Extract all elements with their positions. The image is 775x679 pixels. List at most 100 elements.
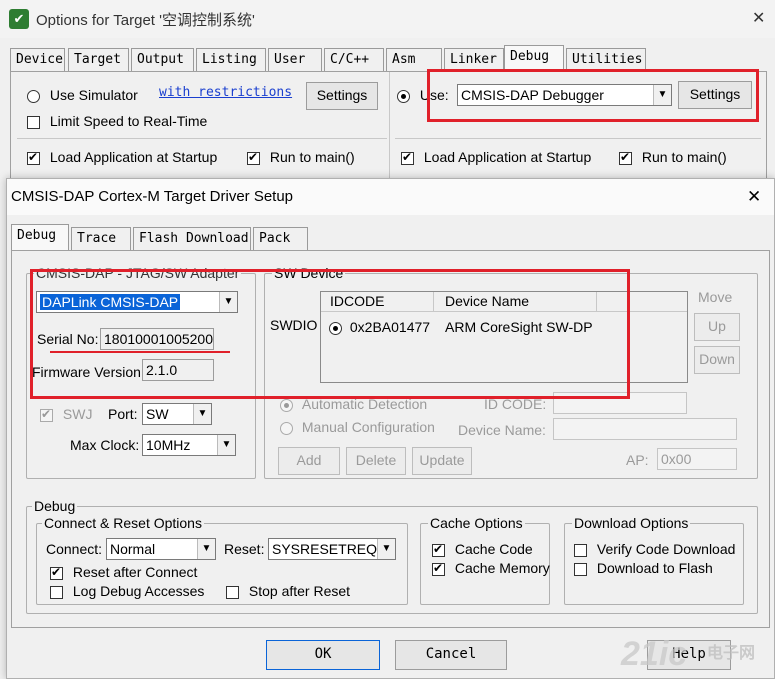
cache-memory-option[interactable]: Cache Memory	[432, 560, 550, 576]
tab-user[interactable]: User	[268, 48, 322, 71]
move-up-button[interactable]: Up	[694, 313, 740, 341]
connect-select-value: Normal	[110, 541, 156, 557]
highlight-box-adapter	[30, 269, 630, 399]
max-clock-label: Max Clock:	[70, 437, 140, 453]
ok-button[interactable]: OK	[266, 640, 380, 670]
reset-select-value: SYSRESETREQ	[272, 541, 378, 557]
move-label: Move	[698, 289, 733, 305]
close-icon[interactable]: ✕	[752, 8, 765, 28]
tab-debug[interactable]: Debug	[11, 224, 69, 251]
connect-label: Connect:	[46, 541, 103, 557]
left-load-app-option[interactable]: Load Application at Startup	[27, 149, 217, 165]
tab-output[interactable]: Output	[131, 48, 194, 71]
port-select[interactable]: SW ▼	[142, 403, 212, 425]
left-load-app-checkbox[interactable]	[27, 150, 40, 165]
automatic-detection-radio[interactable]	[280, 398, 293, 412]
right-run-to-main-option[interactable]: Run to main()	[619, 149, 727, 165]
manual-configuration-option[interactable]: Manual Configuration	[280, 419, 435, 435]
port-label: Port:	[108, 406, 138, 422]
outer-window-title: Options for Target '空调控制系统'	[36, 12, 255, 29]
with-restrictions-link[interactable]: with restrictions	[159, 85, 292, 100]
download-to-flash-option[interactable]: Download to Flash	[574, 560, 713, 576]
download-options-group-label: Download Options	[572, 515, 691, 531]
log-debug-accesses-label: Log Debug Accesses	[72, 583, 205, 599]
verify-code-download-option[interactable]: Verify Code Download	[574, 541, 735, 557]
download-to-flash-label: Download to Flash	[596, 560, 713, 576]
cache-code-checkbox[interactable]	[432, 542, 445, 557]
log-debug-accesses-checkbox[interactable]	[50, 585, 63, 599]
chevron-down-icon: ▼	[377, 539, 395, 559]
cancel-button[interactable]: Cancel	[395, 640, 507, 670]
uvision-icon: ✔	[9, 9, 29, 29]
tab-target[interactable]: Target	[68, 48, 129, 71]
ap-label: AP:	[626, 452, 649, 468]
reset-after-connect-checkbox[interactable]	[50, 565, 63, 580]
inner-window-title: CMSIS-DAP Cortex-M Target Driver Setup	[11, 188, 294, 205]
chevron-down-icon: ▼	[217, 435, 235, 455]
reset-after-connect-option[interactable]: Reset after Connect	[50, 564, 197, 580]
device-name-field[interactable]	[553, 418, 737, 440]
limit-speed-label: Limit Speed to Real-Time	[49, 113, 208, 129]
tab-utilities[interactable]: Utilities	[566, 48, 646, 71]
simulator-settings-button[interactable]: Settings	[306, 82, 378, 110]
tab-flash-download[interactable]: Flash Download	[133, 227, 251, 250]
inner-debug-panel: CMSIS-DAP - JTAG/SW Adapter DAPLink CMSI…	[11, 250, 770, 628]
tab-device[interactable]: Device	[10, 48, 65, 71]
swj-label: SWJ	[62, 406, 93, 422]
use-simulator-option[interactable]: Use Simulator	[27, 87, 138, 103]
tab-asm[interactable]: Asm	[386, 48, 442, 71]
max-clock-select[interactable]: 10MHz ▼	[142, 434, 236, 456]
delete-button[interactable]: Delete	[346, 447, 406, 475]
cache-options-group-label: Cache Options	[428, 515, 525, 531]
highlight-box-debugger	[427, 69, 759, 122]
left-run-to-main-checkbox[interactable]	[247, 150, 260, 165]
download-to-flash-checkbox[interactable]	[574, 562, 587, 576]
tab-linker[interactable]: Linker	[444, 48, 504, 71]
right-load-app-option[interactable]: Load Application at Startup	[401, 149, 591, 165]
reset-select[interactable]: SYSRESETREQ ▼	[268, 538, 396, 560]
cache-code-option[interactable]: Cache Code	[432, 541, 533, 557]
right-run-to-main-checkbox[interactable]	[619, 150, 632, 165]
update-button[interactable]: Update	[412, 447, 472, 475]
use-simulator-radio[interactable]	[27, 89, 40, 103]
tab-c-cpp[interactable]: C/C++	[324, 48, 384, 71]
chevron-down-icon: ▼	[197, 539, 215, 559]
stop-after-reset-label: Stop after Reset	[248, 583, 351, 599]
watermark-logo: 21ic	[621, 635, 688, 673]
stop-after-reset-checkbox[interactable]	[226, 585, 239, 599]
left-load-app-label: Load Application at Startup	[49, 149, 218, 165]
use-debugger-radio[interactable]	[397, 89, 410, 103]
right-load-app-checkbox[interactable]	[401, 150, 414, 165]
connect-select[interactable]: Normal ▼	[106, 538, 216, 560]
use-simulator-label: Use Simulator	[49, 87, 138, 103]
left-divider	[17, 138, 387, 139]
manual-configuration-label: Manual Configuration	[301, 419, 435, 435]
cache-memory-checkbox[interactable]	[432, 561, 445, 576]
port-select-value: SW	[146, 406, 169, 422]
outer-title-bar: ✔ Options for Target '空调控制系统' ✕	[0, 0, 775, 38]
swj-option[interactable]: SWJ	[40, 406, 92, 422]
left-run-to-main-option[interactable]: Run to main()	[247, 149, 355, 165]
limit-speed-checkbox[interactable]	[27, 115, 40, 129]
move-down-button[interactable]: Down	[694, 346, 740, 374]
device-name-label: Device Name:	[458, 422, 546, 438]
ap-field[interactable]: 0x00	[657, 448, 737, 470]
limit-speed-option[interactable]: Limit Speed to Real-Time	[27, 113, 207, 129]
cmsis-dap-setup-dialog: CMSIS-DAP Cortex-M Target Driver Setup ✕…	[6, 178, 775, 679]
tab-trace[interactable]: Trace	[71, 227, 131, 250]
swj-checkbox[interactable]	[40, 407, 53, 422]
left-run-to-main-label: Run to main()	[269, 149, 355, 165]
right-run-to-main-label: Run to main()	[641, 149, 727, 165]
chevron-down-icon: ▼	[193, 404, 211, 424]
log-debug-accesses-option[interactable]: Log Debug Accesses	[50, 583, 204, 599]
tab-listing[interactable]: Listing	[196, 48, 266, 71]
tab-debug[interactable]: Debug	[504, 45, 564, 72]
connect-reset-group-label: Connect & Reset Options	[42, 515, 204, 531]
debug-group-label: Debug	[32, 498, 78, 514]
manual-configuration-radio[interactable]	[280, 421, 293, 435]
stop-after-reset-option[interactable]: Stop after Reset	[226, 583, 350, 599]
close-icon[interactable]: ✕	[747, 187, 761, 207]
verify-code-download-checkbox[interactable]	[574, 543, 587, 557]
tab-pack[interactable]: Pack	[253, 227, 308, 250]
add-button[interactable]: Add	[278, 447, 340, 475]
